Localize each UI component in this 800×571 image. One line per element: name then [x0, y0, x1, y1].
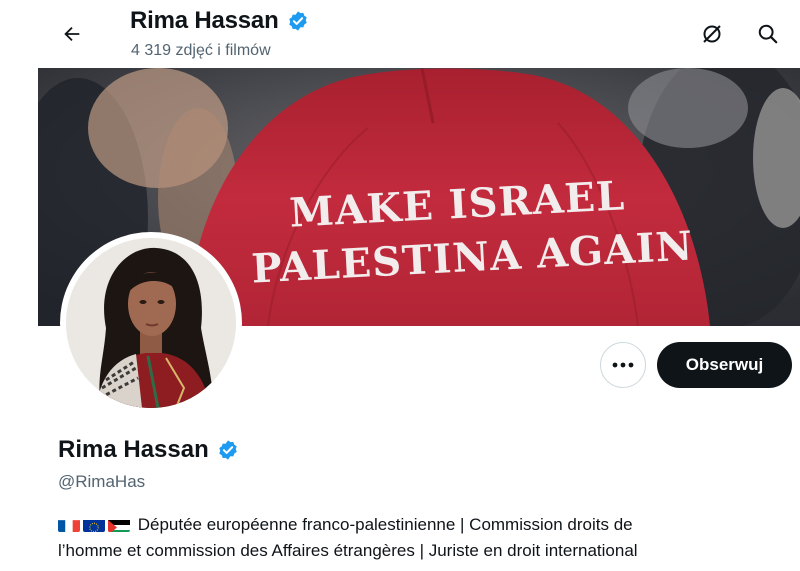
more-options-button[interactable] [600, 342, 646, 388]
media-count: 4 319 zdjęć i filmów [131, 42, 271, 59]
verified-badge-icon[interactable] [217, 439, 239, 461]
follow-button[interactable]: Obserwuj [657, 342, 792, 388]
grok-button[interactable] [694, 16, 730, 52]
profile-display-name: Rima Hassan [58, 436, 209, 463]
back-arrow-icon [64, 26, 80, 42]
profile-bio: Députée européenne franco-palestinienne … [58, 512, 768, 564]
bio-text-1: Députée européenne franco-palestinienne … [137, 515, 633, 534]
bio-line-1: Députée européenne franco-palestinienne … [58, 512, 768, 538]
avatar[interactable] [60, 232, 242, 414]
grok-icon [703, 25, 721, 43]
header-title: Rima Hassan [130, 7, 309, 35]
back-button[interactable] [54, 16, 90, 52]
france-flag-icon [58, 517, 80, 532]
verified-badge-icon [288, 11, 307, 31]
profile-name: Rima Hassan [58, 436, 239, 464]
eu-flag-icon [83, 517, 105, 532]
palestine-flag-icon [108, 517, 130, 532]
profile-header: Rima Hassan 4 319 zdjęć i filmów [38, 0, 800, 68]
search-button[interactable] [750, 16, 786, 52]
bio-text-2: l’homme et commission des Affaires étran… [58, 541, 638, 560]
avatar-image [66, 238, 236, 408]
profile-handle: @RimaHas [58, 472, 146, 491]
header-name: Rima Hassan [130, 7, 279, 34]
left-margin [0, 0, 38, 571]
more-dots-icon [612, 362, 634, 368]
search-icon [758, 24, 778, 44]
